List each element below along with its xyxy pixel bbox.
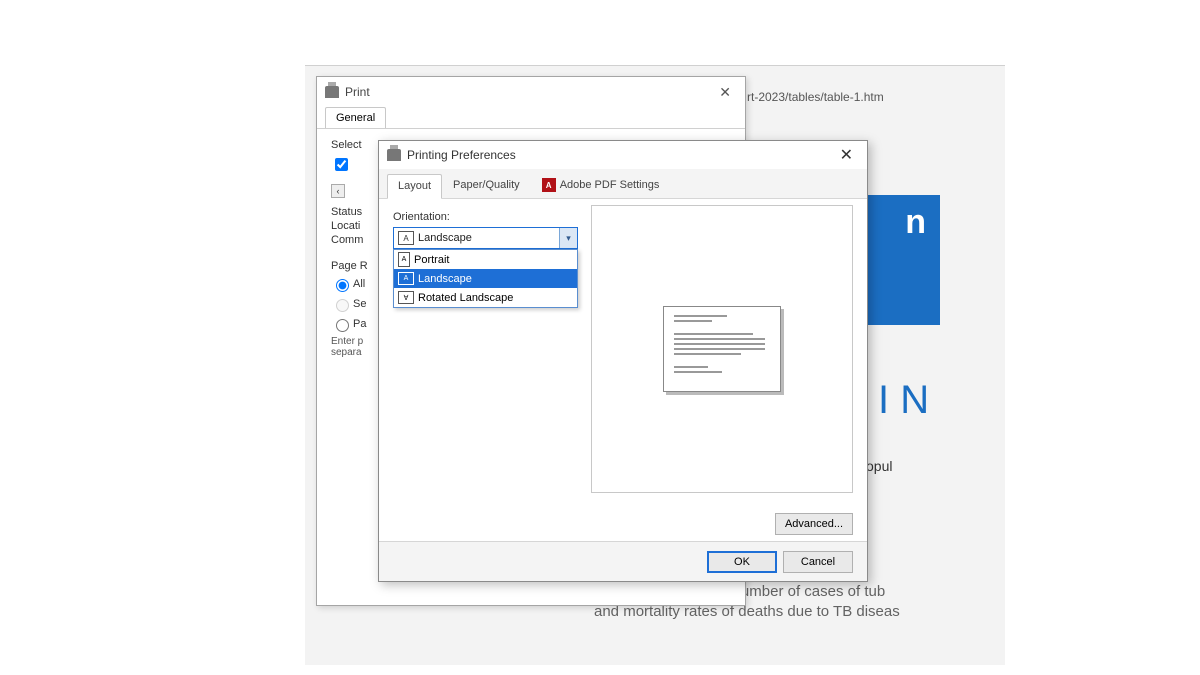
orientation-combobox[interactable]: A Landscape ▾ [393,227,578,249]
landscape-icon: A [398,231,414,245]
scroll-left-button[interactable]: ‹ [331,184,345,198]
print-dialog-titlebar: Print ✕ [317,77,745,107]
radio-all-label: All [353,278,365,290]
landscape-icon: A [398,272,414,285]
page-heading-fragment: I N [878,378,929,423]
page-text-fragment: opul [866,458,892,474]
rotated-landscape-icon: ∀ [398,291,414,304]
printer-icon [325,86,339,98]
option-label: Rotated Landscape [418,292,513,304]
pref-dialog-titlebar: Printing Preferences ✕ [379,141,867,169]
orientation-option-landscape[interactable]: A Landscape [394,269,577,288]
chevron-down-icon[interactable]: ▾ [559,228,577,248]
printing-preferences-dialog: Printing Preferences ✕ Layout Paper/Qual… [378,140,868,582]
adobe-pdf-icon: A [542,178,556,192]
ok-button[interactable]: OK [707,551,777,573]
cancel-button[interactable]: Cancel [783,551,853,573]
portrait-icon: A [398,252,410,267]
orientation-dropdown-list: A Portrait A Landscape ∀ Rotated Landsca… [393,249,578,308]
radio-pages[interactable] [336,319,349,332]
radio-pages-label: Pa [353,318,366,330]
tab-adobe-pdf-label: Adobe PDF Settings [560,179,660,191]
print-dialog-title: Print [345,85,370,99]
pref-dialog-title: Printing Preferences [407,148,516,162]
option-label: Landscape [418,273,472,285]
pref-dialog-footer: OK Cancel [379,541,867,581]
orientation-value: Landscape [418,232,559,244]
banner-text: n [905,203,926,242]
tab-adobe-pdf-settings[interactable]: A Adobe PDF Settings [531,173,671,198]
radio-all[interactable] [336,279,349,292]
close-icon[interactable]: ✕ [713,84,737,101]
page-preview-icon [663,306,781,392]
tab-paper-quality[interactable]: Paper/Quality [442,173,531,198]
option-label: Portrait [414,254,449,266]
radio-selection-label: Se [353,298,366,310]
radio-selection [336,299,349,312]
tab-general[interactable]: General [325,107,386,128]
tab-layout[interactable]: Layout [387,174,442,199]
printer-checkbox[interactable] [335,158,348,171]
printer-icon [387,149,401,161]
orientation-option-portrait[interactable]: A Portrait [394,250,577,269]
close-icon[interactable]: ✕ [834,145,859,165]
advanced-button[interactable]: Advanced... [775,513,853,535]
pref-tabs: Layout Paper/Quality A Adobe PDF Setting… [379,169,867,199]
print-tabs: General [317,107,745,129]
orientation-preview [591,205,853,493]
orientation-option-rotated-landscape[interactable]: ∀ Rotated Landscape [394,288,577,307]
url-fragment: rt-2023/tables/table-1.htm [747,90,884,104]
